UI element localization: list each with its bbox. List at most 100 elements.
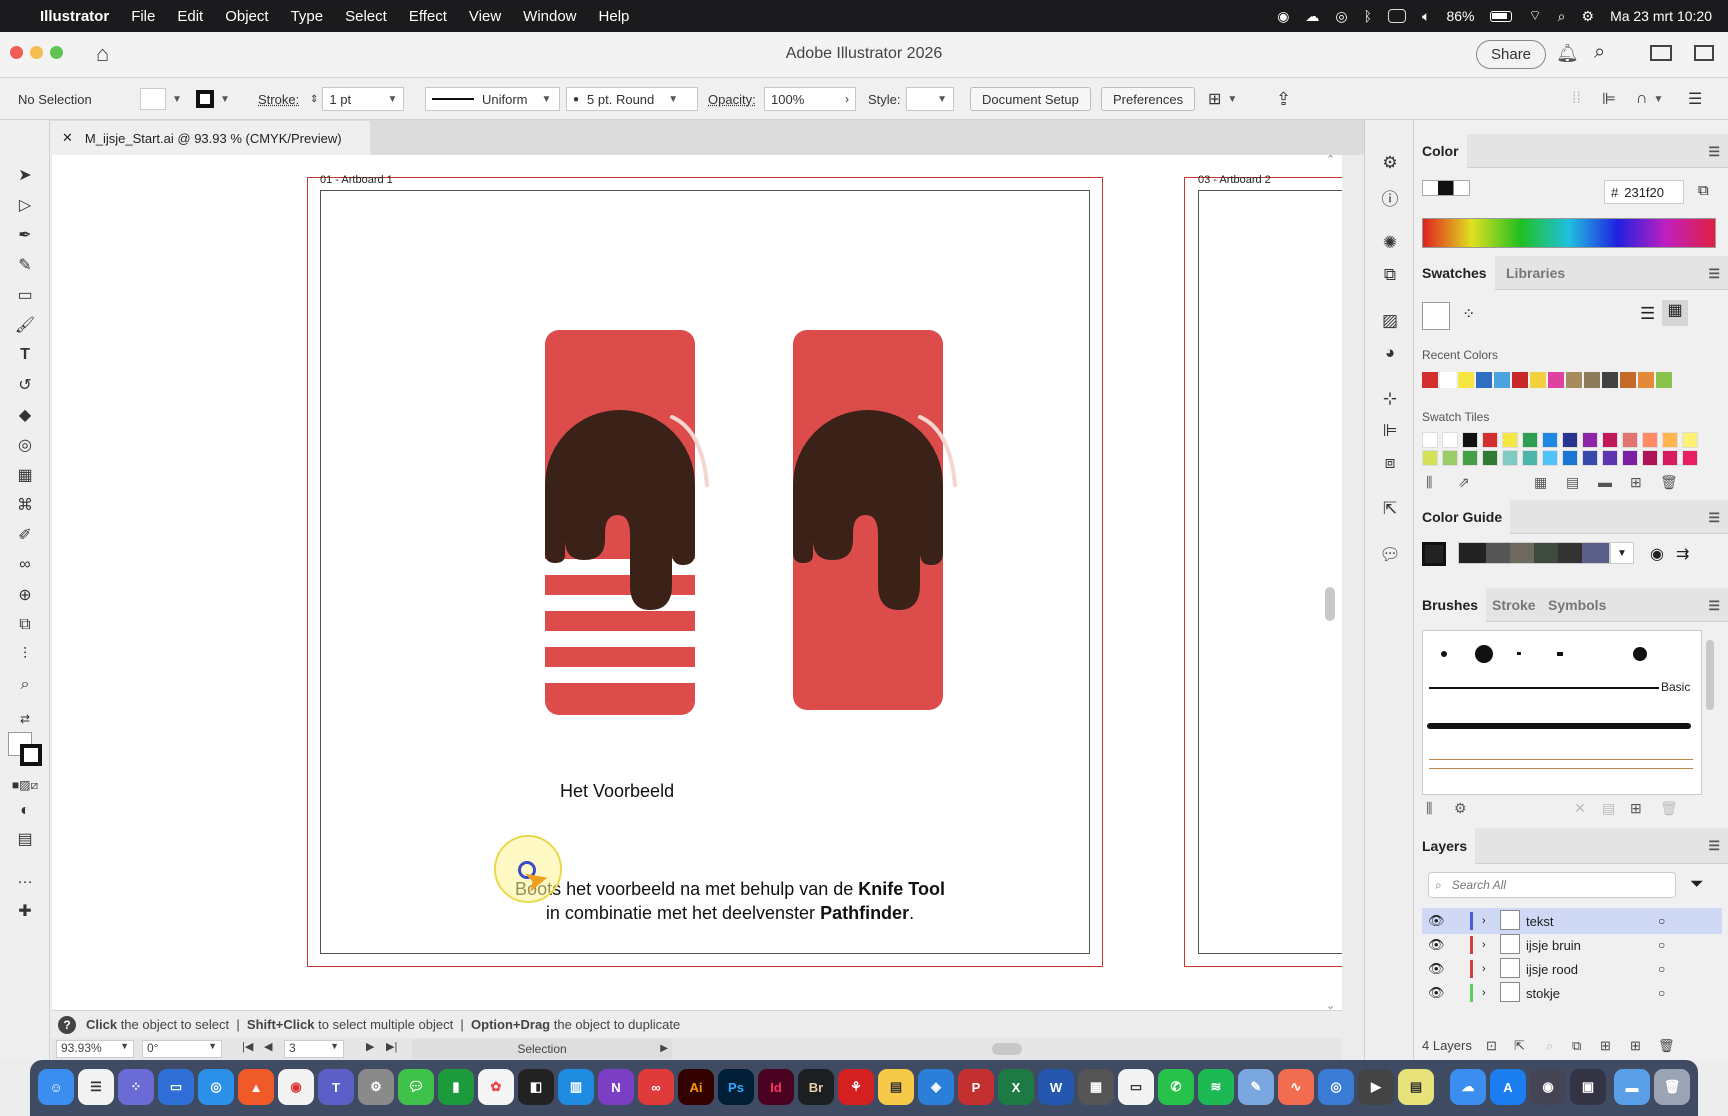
color-group-icon[interactable]: ▦ — [1534, 474, 1547, 491]
visibility-eye-icon[interactable]: 👁︎ — [1428, 937, 1445, 953]
swatch-tile[interactable] — [1462, 450, 1478, 466]
brush-decorative[interactable] — [1429, 759, 1693, 769]
excel-icon[interactable]: X — [998, 1069, 1034, 1105]
help-icon[interactable]: ? — [58, 1015, 76, 1034]
delete-layer-icon[interactable]: 🗑︎ — [1658, 1038, 1675, 1054]
menu-file[interactable]: File — [131, 8, 155, 25]
next-artboard-icon[interactable]: ▶ — [366, 1040, 374, 1053]
brush-options-icon[interactable]: ▤ — [1602, 800, 1615, 817]
menu-window[interactable]: Window — [523, 8, 576, 25]
transform-icon[interactable]: ⧉ — [1379, 264, 1401, 286]
place-swatch-icon[interactable]: ⇗ — [1458, 474, 1470, 491]
stickies-icon[interactable]: ▤ — [1398, 1069, 1434, 1105]
recent-color-swatch[interactable] — [1548, 372, 1564, 388]
rotate-tool-icon[interactable]: ↺ — [14, 374, 36, 396]
pen-tool-icon[interactable]: ✒ — [14, 224, 36, 246]
opacity-field[interactable]: 100% › — [764, 87, 856, 111]
brush-dot-dash[interactable] — [1557, 652, 1563, 656]
paintbrush-tool-icon[interactable]: 🖌︎ — [14, 314, 36, 336]
first-artboard-icon[interactable]: |◀ — [242, 1040, 253, 1053]
swatch-tile[interactable] — [1602, 432, 1618, 448]
brush-dot-tiny[interactable] — [1517, 652, 1521, 655]
locate-object-icon[interactable]: ⇱ — [1514, 1038, 1525, 1054]
layer-name[interactable]: ijsje bruin — [1526, 938, 1581, 953]
close-tab-icon[interactable]: ✕ — [62, 130, 73, 146]
selection-tool-icon[interactable]: ➤ — [14, 164, 36, 186]
info-icon[interactable]: ⓘ — [1379, 186, 1401, 209]
icloud-icon[interactable]: ☁ — [1450, 1069, 1486, 1105]
control-menu-icon[interactable]: ☰ — [1688, 87, 1702, 111]
photoshop-app-icon[interactable]: Ps — [718, 1069, 754, 1105]
menu-help[interactable]: Help — [599, 8, 630, 25]
libraries-tab[interactable]: Libraries — [1498, 256, 1573, 290]
layers-search[interactable]: ⌕ Search All — [1428, 872, 1676, 898]
swatch-tile[interactable] — [1622, 450, 1638, 466]
menu-view[interactable]: View — [469, 8, 501, 25]
swatch-tile[interactable] — [1662, 432, 1678, 448]
layer-name[interactable]: tekst — [1526, 914, 1553, 929]
swatch-tile[interactable] — [1522, 450, 1538, 466]
layers-menu-icon[interactable]: ☰ — [1708, 838, 1720, 854]
stroke-swatch[interactable]: ▼ — [196, 87, 230, 111]
new-swatch-icon[interactable]: ⊞ — [1630, 474, 1642, 491]
screen-mirror-icon[interactable] — [1388, 9, 1407, 23]
harmony-dropdown[interactable]: ▼ — [1610, 542, 1634, 564]
layer-target-icon[interactable]: ○ — [1658, 962, 1665, 976]
settings-icon[interactable]: ⚙ — [358, 1069, 394, 1105]
menu-type[interactable]: Type — [291, 8, 324, 25]
swatch-tile[interactable] — [1442, 450, 1458, 466]
swatch-tile[interactable] — [1482, 450, 1498, 466]
stroke-tab[interactable]: Stroke — [1484, 588, 1544, 622]
menu-app-name[interactable]: Illustrator — [40, 8, 109, 25]
onenote-icon[interactable]: N — [598, 1069, 634, 1105]
list-view-icon[interactable]: ☰ — [1640, 304, 1655, 324]
layer-target-icon[interactable]: ○ — [1658, 938, 1665, 952]
expand-layer-icon[interactable]: › — [1482, 939, 1486, 951]
gradient-panel-icon[interactable]: ▨ — [1379, 310, 1401, 332]
swatch-tile[interactable] — [1422, 432, 1438, 448]
recent-color-swatch[interactable] — [1512, 372, 1528, 388]
downloads-folder-icon[interactable]: ▬ — [1614, 1069, 1650, 1105]
swatch-options-footer-icon[interactable]: ▤ — [1566, 474, 1579, 491]
transform-panel-icon[interactable]: ⊹ — [1379, 388, 1401, 410]
recent-color-swatch[interactable] — [1476, 372, 1492, 388]
brush-dot-large[interactable] — [1475, 645, 1493, 663]
recent-color-swatch[interactable] — [1494, 372, 1510, 388]
symbols-tab[interactable]: Symbols — [1540, 588, 1614, 622]
swatch-tile[interactable] — [1482, 432, 1498, 448]
swatch-tile[interactable] — [1582, 432, 1598, 448]
swatch-tile[interactable] — [1462, 432, 1478, 448]
curvature-tool-icon[interactable]: ✎ — [14, 254, 36, 276]
base-color-swatch[interactable] — [1422, 542, 1446, 566]
striped-popsicle[interactable] — [545, 330, 709, 715]
eyedropper-tool-icon[interactable]: ✐ — [14, 524, 36, 546]
expand-layer-icon[interactable]: › — [1482, 963, 1486, 975]
pathfinder-icon[interactable]: ⧈ — [1379, 452, 1401, 474]
color-fill-stroke-icon[interactable] — [1422, 180, 1470, 196]
eraser-tool-icon[interactable]: ◆ — [14, 404, 36, 426]
swatch-tile[interactable] — [1682, 450, 1698, 466]
horizontal-scroll-thumb[interactable] — [992, 1043, 1022, 1055]
brushes-tab[interactable]: Brushes — [1414, 588, 1487, 622]
share-button[interactable]: Share — [1476, 40, 1547, 69]
app-store-icon[interactable]: A — [1490, 1069, 1526, 1105]
swatch-tile[interactable] — [1522, 432, 1538, 448]
swatches-menu-icon[interactable]: ☰ — [1708, 266, 1720, 282]
scroll-down-icon[interactable]: ⌄ — [1326, 999, 1335, 1010]
shape-builder-tool-icon[interactable]: ⊕ — [14, 584, 36, 606]
instruction-text[interactable]: Boots het voorbeeld na met behulp van de… — [490, 877, 970, 925]
canvas[interactable]: 01 - Artboard 1 03 - Artboard 2 Het Voor… — [52, 155, 1342, 1010]
current-tool-display[interactable]: Selection ▶ — [412, 1039, 672, 1059]
color-options-icon[interactable]: ⧉ — [1698, 182, 1709, 199]
color-guide-menu-icon[interactable]: ☰ — [1708, 510, 1720, 526]
layer-row[interactable]: 👁︎ › tekst ○ — [1422, 908, 1722, 934]
visibility-eye-icon[interactable]: 👁︎ — [1428, 961, 1445, 977]
menu-edit[interactable]: Edit — [177, 8, 203, 25]
volume-icon[interactable]: 🔈︎ — [1422, 8, 1430, 25]
brush-basic-line[interactable] — [1429, 687, 1659, 689]
swatch-tile[interactable] — [1562, 450, 1578, 466]
arrange-icon[interactable]: ⊞ ▼ — [1208, 87, 1237, 111]
brush-definition[interactable]: ● 5 pt. Round ▼ — [566, 87, 698, 111]
align-grid-icon[interactable]: ⁞⁞ — [1572, 87, 1581, 111]
make-clipping-mask-icon[interactable]: ⌕ — [1546, 1038, 1553, 1054]
